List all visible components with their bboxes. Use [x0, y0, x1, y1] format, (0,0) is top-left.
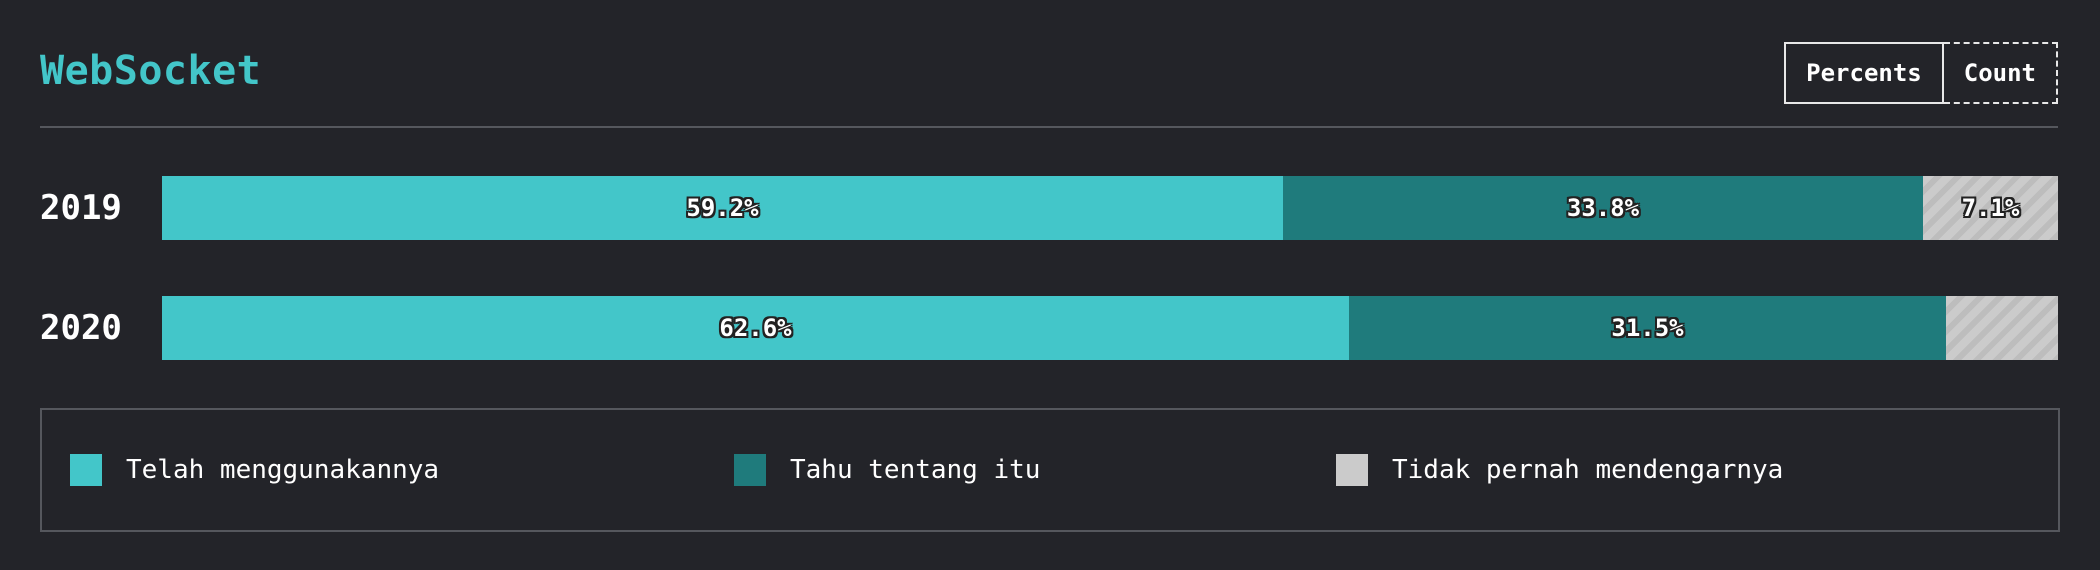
- stacked-bar-2019: 59.2% 33.8% 7.1%: [162, 176, 2058, 240]
- data-label-used-2019: 59.2%: [686, 194, 759, 222]
- legend-swatch-never: [1336, 454, 1368, 486]
- chart-header: WebSocket Percents Count: [40, 42, 2058, 104]
- chart-title: WebSocket: [40, 48, 262, 94]
- legend-swatch-used: [70, 454, 102, 486]
- bar-segment-never-2020[interactable]: [1946, 296, 2058, 360]
- row-label-2020: 2020: [40, 308, 122, 348]
- legend-label-never: Tidak pernah mendengarnya: [1392, 455, 1784, 485]
- stacked-bar-2020: 62.6% 31.5%: [162, 296, 2058, 360]
- count-button[interactable]: Count: [1943, 42, 2058, 104]
- legend-label-heard: Tahu tentang itu: [790, 455, 1041, 485]
- data-label-used-2020: 62.6%: [719, 314, 792, 342]
- legend-item-heard[interactable]: Tahu tentang itu: [734, 410, 1040, 530]
- chart-legend: Telah menggunakannya Tahu tentang itu Ti…: [40, 408, 2060, 532]
- bar-segment-used-2019[interactable]: 59.2%: [162, 176, 1283, 240]
- bar-row-2019: 2019 59.2% 33.8% 7.1%: [40, 176, 2058, 240]
- data-label-heard-2019: 33.8%: [1566, 194, 1640, 222]
- legend-item-never[interactable]: Tidak pernah mendengarnya: [1336, 410, 1783, 530]
- bar-segment-never-2019[interactable]: 7.1%: [1923, 176, 2058, 240]
- data-label-heard-2020: 31.5%: [1611, 314, 1684, 342]
- bar-segment-heard-2020[interactable]: 31.5%: [1349, 296, 1946, 360]
- row-label-2019: 2019: [40, 188, 122, 228]
- percents-button[interactable]: Percents: [1784, 42, 1944, 104]
- bar-row-2020: 2020 62.6% 31.5%: [40, 296, 2058, 360]
- bar-segment-used-2020[interactable]: 62.6%: [162, 296, 1349, 360]
- legend-item-used[interactable]: Telah menggunakannya: [70, 410, 439, 530]
- header-divider: [40, 126, 2058, 128]
- bar-segment-heard-2019[interactable]: 33.8%: [1283, 176, 1923, 240]
- legend-label-used: Telah menggunakannya: [126, 455, 440, 485]
- legend-swatch-heard: [734, 454, 766, 486]
- unit-toggle: Percents Count: [1784, 42, 2058, 104]
- data-label-never-2019: 7.1%: [1961, 194, 2020, 222]
